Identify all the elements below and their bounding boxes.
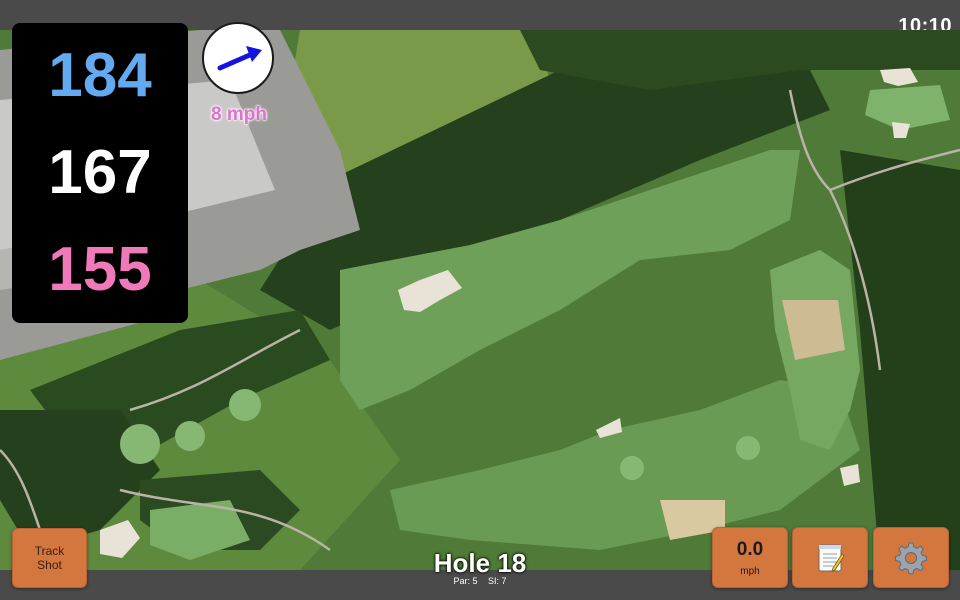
hole-info: Par: 5 SI: 7	[420, 576, 540, 586]
front-distance: 155	[48, 235, 152, 304]
speed-button[interactable]: 0.0 mph	[712, 527, 788, 588]
gear-icon	[895, 542, 927, 574]
speed-value: 0.0	[736, 538, 764, 560]
back-distance: 184	[48, 41, 152, 110]
hole-par: Par: 5	[453, 576, 478, 586]
wind-speed-label: 8 mph	[211, 104, 267, 125]
notes-button[interactable]	[792, 527, 868, 588]
wind-arrow-icon	[217, 46, 262, 71]
middle-distance: 167	[48, 138, 152, 207]
distance-panel: 184 167 155	[12, 23, 188, 323]
track-shot-button[interactable]: Track Shot	[12, 528, 87, 588]
notepad-icon	[818, 544, 845, 572]
settings-button[interactable]	[873, 527, 949, 588]
speed-unit: mph	[740, 565, 760, 577]
track-shot-label-line2: Shot	[37, 558, 62, 572]
wind-direction-dial	[202, 22, 274, 94]
hole-title: Hole 18	[433, 548, 527, 578]
track-shot-label-line1: Track	[34, 544, 65, 558]
hole-stroke-index: SI: 7	[488, 576, 507, 586]
